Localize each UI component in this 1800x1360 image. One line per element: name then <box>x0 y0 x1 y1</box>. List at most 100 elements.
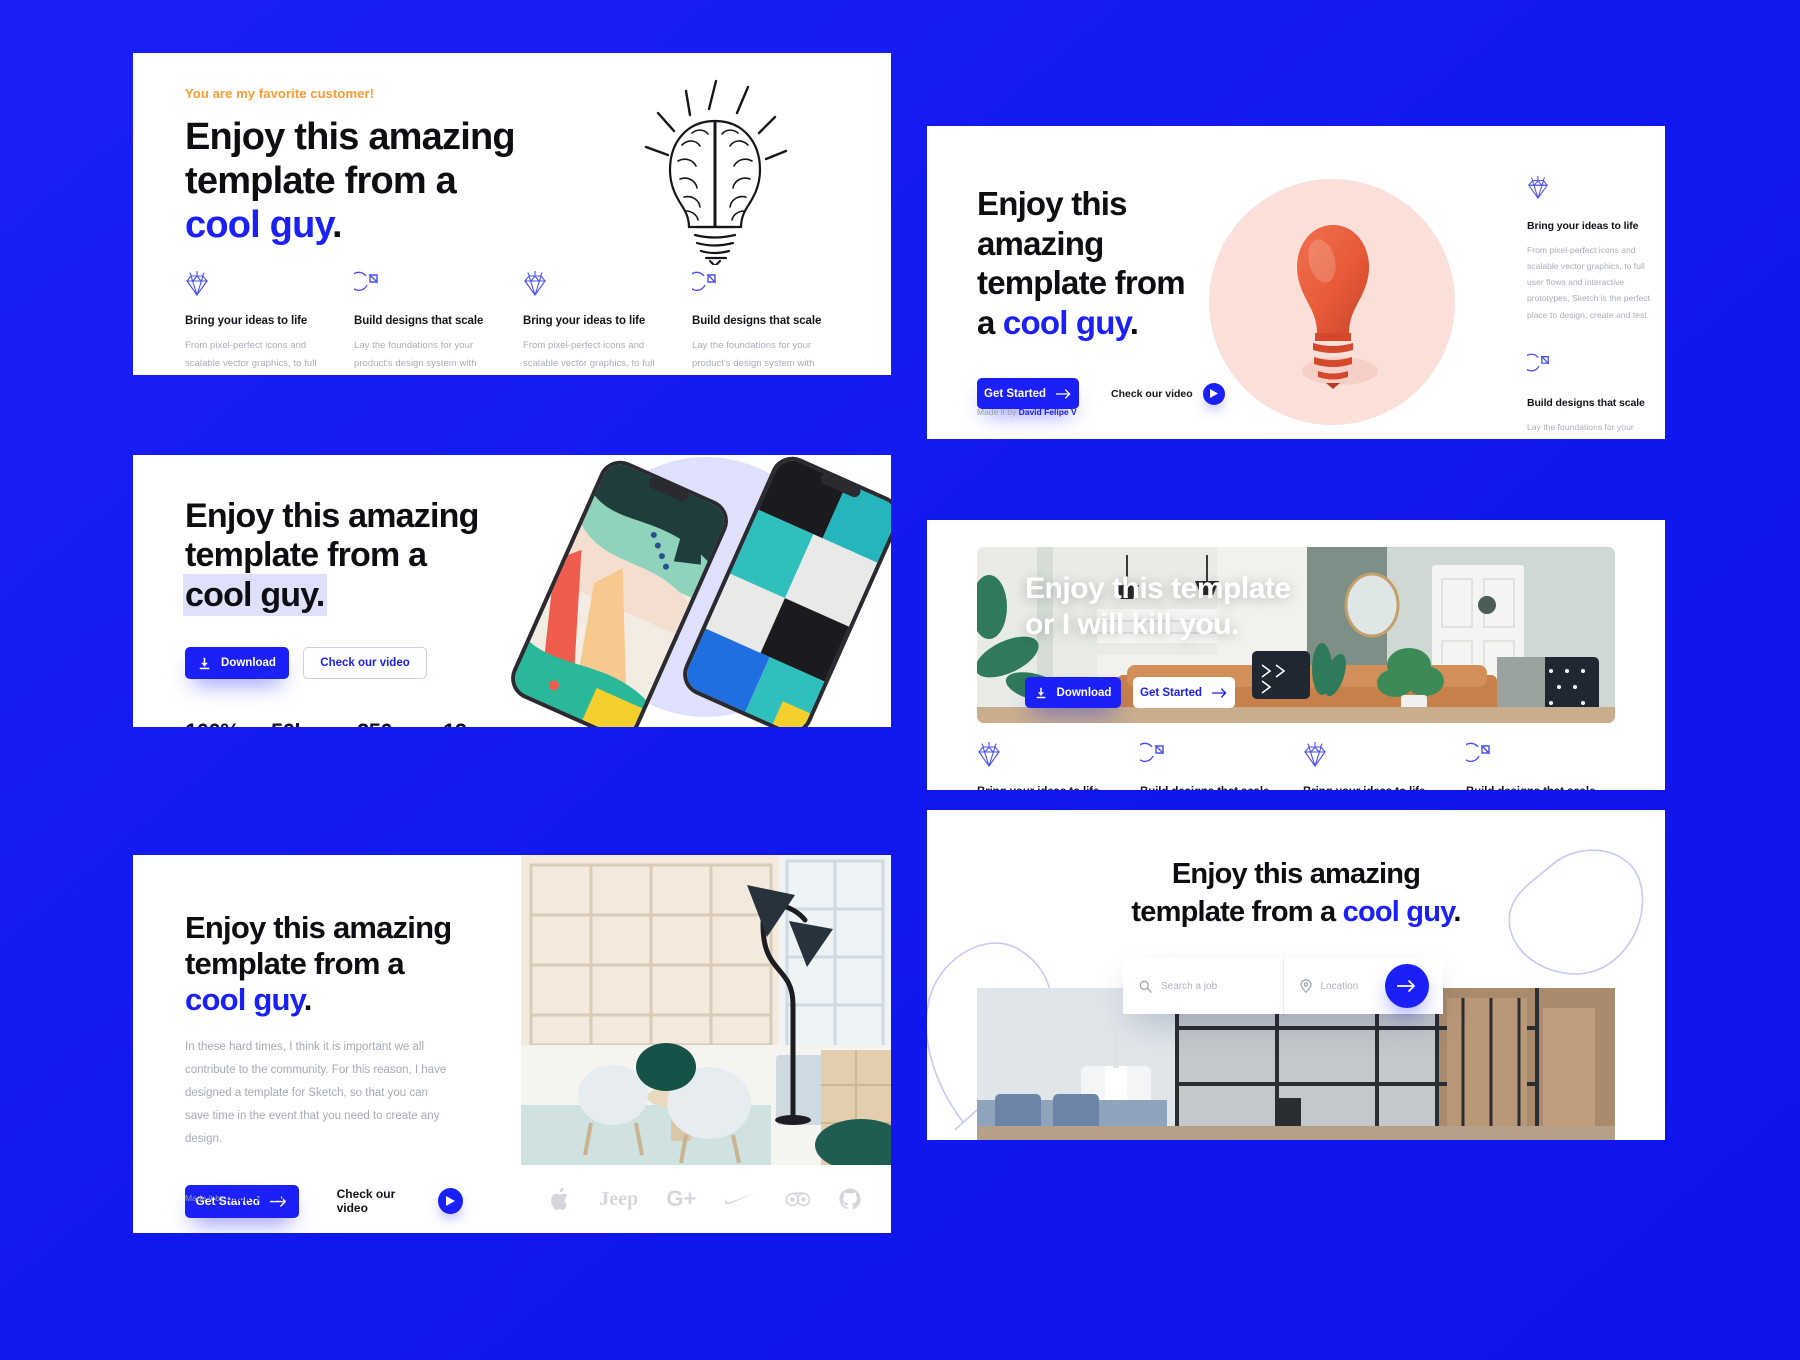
slide-card-lightbulb: Enjoy this amazing template from a cool … <box>927 126 1665 439</box>
stats-row: 100% Lorem ipsum 50k Lorem ipsum 250 Dol… <box>185 719 891 727</box>
card3-paragraph: In these hard times, I think it is impor… <box>185 1040 447 1145</box>
gem-icon <box>185 270 324 301</box>
stat-item: 50k Lorem ipsum <box>271 719 357 727</box>
pie-chart-icon <box>349 271 493 301</box>
brand-logo-row: Jeep G+ <box>521 1165 891 1233</box>
hero-overlay-line1: Enjoy this template <box>1025 572 1291 605</box>
presentation-board: You are my favorite customer! Enjoy this… <box>0 0 1800 1360</box>
card1-heading-line1: Enjoy this amazing <box>185 116 516 158</box>
card6-heading-line1: Enjoy this amazing <box>1171 858 1421 890</box>
slide-card-lounge: Enjoy this amazing template from a cool … <box>133 855 891 1233</box>
made-by-prefix: Made it by <box>977 407 1019 417</box>
feature-title: Bring your ideas to life <box>1303 786 1436 790</box>
feature-item: Bring your ideas to life From pixel-perf… <box>523 270 692 375</box>
made-by-author: David Felipe V <box>1018 407 1077 417</box>
card3-heading: Enjoy this amazing template from a cool … <box>185 910 463 1018</box>
made-by-credit: Made it by David Felipe V <box>185 1193 285 1203</box>
arrow-right-icon <box>1397 980 1415 992</box>
search-submit-button[interactable] <box>1385 964 1429 1008</box>
slide-card-phones-stats: Enjoy this amazing template from a cool … <box>133 455 891 727</box>
card3-heading-line2: template from a <box>185 945 405 981</box>
download-button-label: Download <box>221 657 276 670</box>
stat-item: 12 Dolor sit amet <box>443 719 529 727</box>
download-button[interactable]: Download <box>1025 677 1121 708</box>
feature-item: Bring your ideas to life From pixel-perf… <box>1527 175 1655 323</box>
arrow-right-icon <box>1212 687 1227 698</box>
feature-body: From pixel-perfect icons and scalable ve… <box>1527 245 1651 320</box>
card4-feature-list: Bring your ideas to life From pixel-perf… <box>1522 175 1655 439</box>
card4-content: Enjoy this amazing template from a cool … <box>977 184 1237 410</box>
jeep-logo: Jeep <box>599 1187 639 1210</box>
card4-heading-dot: . <box>1129 303 1139 341</box>
github-logo <box>839 1188 861 1210</box>
hero-overlay-heading: Enjoy this template or I will kill you. <box>1025 571 1291 643</box>
map-pin-icon <box>1299 979 1312 993</box>
get-started-button[interactable]: Get Started <box>1133 677 1235 708</box>
gem-icon <box>1527 175 1655 206</box>
card1-feature-list: Bring your ideas to life From pixel-perf… <box>185 270 861 375</box>
feature-body: Lay the foundations for your product's d… <box>692 340 815 369</box>
stat-item: 100% Lorem ipsum <box>185 719 271 727</box>
card6-heading: Enjoy this amazing template from a cool … <box>927 856 1665 931</box>
lounge-photo <box>521 855 891 1165</box>
card2-content: Enjoy this amazing template from a cool … <box>133 455 891 727</box>
stat-value: 12 <box>443 719 529 727</box>
brain-lightbulb-icon <box>598 75 813 268</box>
feature-body: From pixel-perfect icons and scalable ve… <box>185 340 317 369</box>
card3-heading-dot: . <box>303 981 313 1017</box>
get-started-button[interactable]: Get Started <box>977 378 1079 410</box>
card5-feature-list: Bring your ideas to life From pixel-perf… <box>977 741 1629 790</box>
search-job-field[interactable]: Search a job <box>1123 958 1283 1014</box>
made-by-prefix: Made it by <box>185 1193 227 1203</box>
card4-heading-line2: amazing <box>977 224 1104 262</box>
card3-content: Enjoy this amazing template from a cool … <box>133 855 463 1218</box>
gem-icon <box>1303 741 1436 772</box>
made-by-author: David Felipe V <box>226 1193 285 1203</box>
feature-item: Build designs that scale Lay the foundat… <box>1461 742 1629 790</box>
card6-heading-line2-pre: template from a <box>1131 895 1343 928</box>
feature-item: Bring your ideas to life From pixel-perf… <box>185 270 354 375</box>
feature-item: Build designs that scale Lay the foundat… <box>1522 353 1655 439</box>
check-video-link-label: Check our video <box>336 1187 396 1216</box>
card4-heading-line1: Enjoy this <box>977 185 1127 222</box>
card2-heading-line2: template from a <box>185 536 427 575</box>
slide-card-living-room: Enjoy this template or I will kill you. … <box>927 520 1665 790</box>
feature-item: Bring your ideas to life From pixel-perf… <box>977 741 1140 790</box>
feature-title: Bring your ideas to life <box>977 786 1110 790</box>
arrow-right-icon <box>1056 389 1071 399</box>
card4-heading-accent: cool guy <box>1002 303 1131 341</box>
card6-heading-accent: cool guy <box>1342 895 1454 928</box>
stat-item: 250 Dolor sit amet <box>357 719 443 727</box>
tripadvisor-logo <box>785 1191 811 1207</box>
card4-heading-line3: template from <box>977 264 1186 302</box>
feature-title: Bring your ideas to life <box>1527 220 1639 232</box>
gem-icon <box>523 270 662 301</box>
download-icon <box>1036 687 1046 698</box>
card2-heading: Enjoy this amazing template from a cool … <box>185 497 891 615</box>
hero-overlay-line2: or I will kill you. <box>1025 608 1239 641</box>
living-room-hero: Enjoy this template or I will kill you. … <box>977 547 1615 723</box>
card4-heading: Enjoy this amazing template from a cool … <box>977 184 1237 342</box>
check-video-link[interactable]: Check our video <box>1111 382 1225 405</box>
feature-title: Bring your ideas to life <box>185 315 308 327</box>
feature-item: Build designs that scale Lay the foundat… <box>1135 742 1303 790</box>
feature-item: Build designs that scale Lay the foundat… <box>687 271 861 375</box>
card2-heading-line3: cool guy. <box>185 575 325 614</box>
feature-title: Build designs that scale <box>1140 786 1273 790</box>
apple-logo <box>551 1187 571 1211</box>
nike-logo <box>724 1192 757 1206</box>
check-video-link[interactable]: Check our video <box>337 1187 463 1215</box>
feature-item: Build designs that scale Lay the foundat… <box>349 271 523 375</box>
orange-lightbulb-3d-icon <box>1297 225 1378 389</box>
hero-button-group: Download Get Started <box>1025 677 1235 708</box>
card4-heading-line4-pre: a <box>977 303 1003 341</box>
download-button-label: Download <box>1056 686 1112 699</box>
search-job-placeholder: Search a job <box>1161 980 1218 992</box>
slide-card-hero-brain: You are my favorite customer! Enjoy this… <box>133 53 891 375</box>
feature-title: Build designs that scale <box>1466 786 1599 790</box>
search-icon <box>1139 980 1152 993</box>
download-button[interactable]: Download <box>185 647 289 680</box>
check-video-button[interactable]: Check our video <box>303 647 427 680</box>
play-icon <box>438 1188 463 1215</box>
check-video-link-label: Check our video <box>1111 387 1193 400</box>
